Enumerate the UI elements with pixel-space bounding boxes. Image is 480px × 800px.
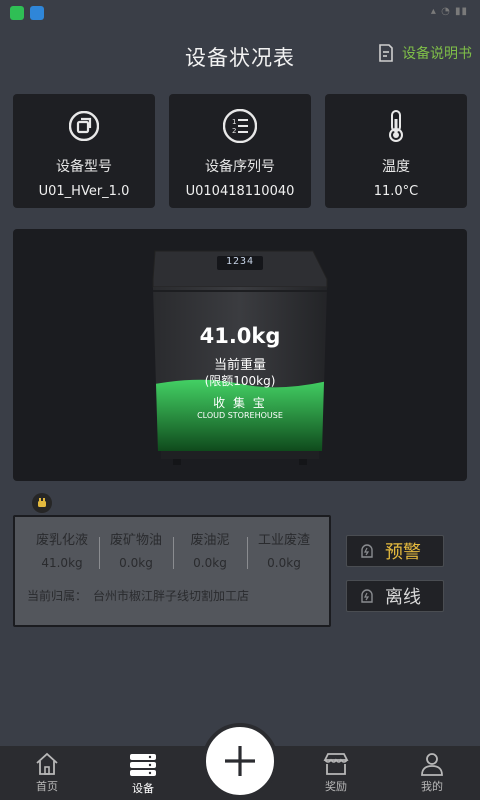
waste-label: 废乳化液 [35,533,88,548]
device-manual-label: 设备说明书 [402,46,472,62]
temperature-label: 温度 [382,159,410,175]
warning-label: 预警 [385,542,421,563]
warning-button[interactable]: 预警 [346,535,444,567]
current-owner: 当前归属： 台州市椒江胖子线切割加工店 [27,587,249,604]
waste-label: 工业废渣 [257,533,310,548]
plus-icon [225,746,255,776]
tab-home[interactable]: 首页 [17,752,77,794]
bin-weight-label: 当前重量 [213,358,266,373]
serial-label: 设备序列号 [205,159,275,175]
info-card-serial: 1 2 设备序列号 U010418110040 [169,94,311,208]
owner-value: 台州市椒江胖子线切割加工店 [93,589,250,603]
bin-current-weight: 41.0kg [199,324,281,348]
info-card-temperature: 温度 11.0°C [325,94,467,208]
bin-weight-limit: (限额100kg) [204,374,276,388]
info-card-model: 设备型号 U01_HVer_1.0 [13,94,155,208]
tab-reward[interactable]: 奖励 [306,752,366,794]
bin-display-screen: 1234 [225,256,255,267]
model-label: 设备型号 [56,159,112,175]
svg-text:2: 2 [232,127,236,135]
waste-value: 0.0kg [119,556,153,570]
serial-list-icon: 1 2 [222,108,258,144]
bin-brand-en: CLOUD STOREHOUSE [197,411,283,420]
status-bar-system-icons: ▴ ◔ ▮▮ [430,6,468,17]
waste-item: 废油泥 0.0kg [173,529,247,570]
device-bin-panel: 1234 41.0kg 当前重量 (限额100kg) 收 集 宝 CLOUD S… [13,229,467,481]
waste-item: 废矿物油 0.0kg [99,529,173,570]
tab-reward-label: 奖励 [325,780,347,793]
device-model-icon [66,108,102,144]
document-icon [379,44,393,62]
header: 设备状况表 设备说明书 [0,36,480,76]
status-bar-left [10,6,44,20]
status-bar: ▴ ◔ ▮▮ [0,0,480,28]
owner-label: 当前归属： [27,589,88,603]
offline-button[interactable]: 离线 [346,580,444,612]
store-icon [323,753,349,775]
tab-device-label: 设备 [132,782,154,795]
user-icon [421,753,443,776]
device-info-cards: 设备型号 U01_HVer_1.0 1 2 设备序列号 U01041811004… [13,94,467,208]
tab-mine[interactable]: 我的 [402,752,462,794]
tab-mine-label: 我的 [421,780,443,793]
tab-home-label: 首页 [36,780,58,793]
waste-value: 0.0kg [193,556,227,570]
waste-value: 41.0kg [41,556,83,570]
tab-device[interactable]: 设备 [113,752,173,796]
browser-notification-icon [30,6,44,20]
bin-brand-cn: 收 集 宝 [213,396,267,410]
waste-category-row: 废乳化液 41.0kg 废矿物油 0.0kg 废油泥 0.0kg 工业废渣 0.… [25,529,321,570]
model-value: U01_HVer_1.0 [38,184,130,199]
svg-text:1: 1 [232,118,236,126]
waste-value: 0.0kg [267,556,301,570]
waste-label: 废油泥 [190,533,230,548]
add-button[interactable] [202,723,278,799]
server-stack-icon [130,754,156,776]
thermometer-icon [378,108,414,144]
device-manual-link[interactable]: 设备说明书 [378,43,472,63]
waste-label: 废矿物油 [109,533,162,548]
temperature-value: 11.0°C [373,184,419,199]
power-status-icon [32,493,52,513]
waste-summary-panel: 废乳化液 41.0kg 废矿物油 0.0kg 废油泥 0.0kg 工业废渣 0.… [13,515,331,627]
wechat-notification-icon [10,6,24,20]
waste-item: 工业废渣 0.0kg [247,529,321,570]
alert-icon [361,544,373,558]
serial-value: U010418110040 [185,184,295,199]
home-icon [36,752,58,775]
alert-icon [361,589,373,603]
offline-label: 离线 [385,587,421,608]
waste-item: 废乳化液 41.0kg [25,529,99,570]
